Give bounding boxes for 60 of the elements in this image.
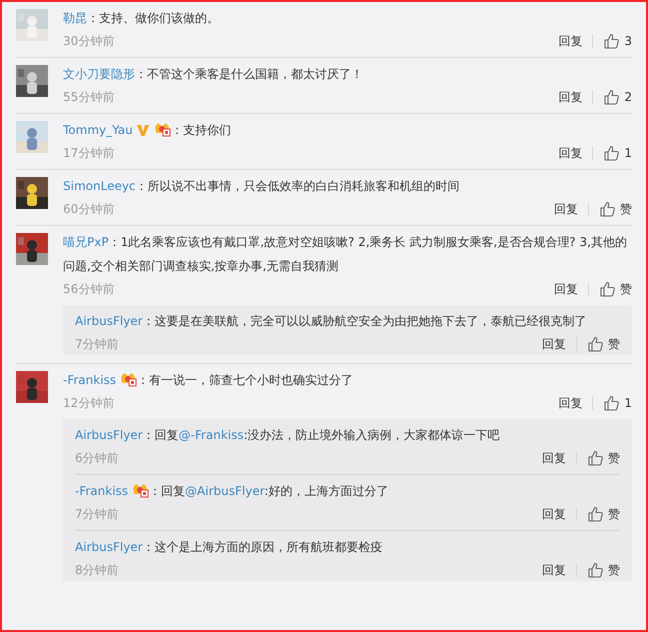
comment-text: 文小刀要隐形：不管这个乘客是什么国籍，都太讨厌了！ xyxy=(63,66,364,83)
comment-text: 喵兄PxP：1此名乘客应该也有戴口罩,故意对空姐咳嗽? 2,乘务长 武力制服女乘客,是否合规合理? 3,其他的问题,交个相关部门调查核实,按章办事,无需自我猜测 xyxy=(63,234,628,275)
like-button[interactable]: 赞 xyxy=(599,200,632,218)
thumbs-up-icon xyxy=(599,281,615,297)
timestamp: 56分钟前 xyxy=(63,281,114,298)
comment-text: -Frankiss ：回复@AirbusFlyer:好的，上海方面过分了 xyxy=(75,481,390,500)
thumbs-up-icon xyxy=(587,506,603,522)
like-button[interactable]: 赞 xyxy=(587,335,620,353)
vip-badge-icon xyxy=(119,371,138,387)
comment-text: Tommy_Yau ：支持你们 xyxy=(63,120,232,139)
reply-button[interactable]: 回复 xyxy=(558,144,582,162)
reply-button[interactable]: 回复 xyxy=(558,88,582,106)
comment-text: 勒昆：支持、做你们该做的。 xyxy=(63,10,220,27)
timestamp: 7分钟前 xyxy=(75,506,119,523)
thumbs-up-icon xyxy=(603,395,620,411)
thumbs-up-icon xyxy=(603,33,620,49)
vip-badge-icon xyxy=(152,121,171,137)
username-link[interactable]: 喵兄PxP xyxy=(63,235,109,249)
timestamp: 8分钟前 xyxy=(75,562,119,579)
like-button[interactable]: 赞 xyxy=(587,449,620,467)
like-button[interactable]: 赞 xyxy=(587,561,620,579)
thumbs-up-icon xyxy=(603,89,620,105)
timestamp: 30分钟前 xyxy=(63,33,114,50)
reply-button[interactable]: 回复 xyxy=(554,280,578,298)
like-button[interactable]: 3 xyxy=(603,32,632,50)
reply-button[interactable]: 回复 xyxy=(542,505,566,523)
like-button[interactable]: 1 xyxy=(603,144,632,162)
thumbs-up-icon xyxy=(587,562,603,578)
username-link[interactable]: 勒昆 xyxy=(63,11,87,25)
thumbs-up-icon xyxy=(587,450,603,466)
like-button[interactable]: 赞 xyxy=(599,280,632,298)
thumbs-up-icon xyxy=(599,201,615,217)
comment-text: SimonLeeyc：所以说不出事情，只会低效率的白白消耗旅客和机组的时间 xyxy=(63,178,461,195)
timestamp: 60分钟前 xyxy=(63,201,114,218)
reply-button[interactable]: 回复 xyxy=(558,32,582,50)
timestamp: 55分钟前 xyxy=(63,89,114,106)
username-link[interactable]: 文小刀要隐形 xyxy=(63,67,135,81)
like-button[interactable]: 赞 xyxy=(587,505,620,523)
timestamp: 17分钟前 xyxy=(63,145,114,162)
reply-button[interactable]: 回复 xyxy=(542,449,566,467)
like-button[interactable]: 2 xyxy=(603,88,632,106)
username-link[interactable]: -Frankiss xyxy=(63,373,116,387)
username-link[interactable]: SimonLeeyc xyxy=(63,179,136,193)
reply-button[interactable]: 回复 xyxy=(554,200,578,218)
timestamp: 7分钟前 xyxy=(75,336,119,353)
timestamp: 6分钟前 xyxy=(75,450,119,467)
comment-text: AirbusFlyer：这要是在美联航，完全可以以威胁航空安全为由把她拖下去了，泰航已经很克制了 xyxy=(75,313,588,330)
verified-icon xyxy=(136,123,150,137)
vip-badge-icon xyxy=(131,482,150,498)
like-button[interactable]: 1 xyxy=(603,394,632,412)
username-link[interactable]: Tommy_Yau xyxy=(63,123,133,137)
comment-text: AirbusFlyer：这个是上海方面的原因，所有航班都要检疫 xyxy=(75,539,384,556)
timestamp: 12分钟前 xyxy=(63,395,114,412)
thumbs-up-icon xyxy=(603,145,620,161)
reply-button[interactable]: 回复 xyxy=(542,335,566,353)
reply-button[interactable]: 回复 xyxy=(542,561,566,579)
thumbs-up-icon xyxy=(587,336,603,352)
reply-button[interactable]: 回复 xyxy=(558,394,582,412)
comment-text: AirbusFlyer：回复@-Frankiss:没办法，防止境外输入病例，大家都体谅一下吧 xyxy=(75,427,501,444)
comment-text: -Frankiss ：有一说一，筛查七个小时也确实过分了 xyxy=(63,370,354,389)
